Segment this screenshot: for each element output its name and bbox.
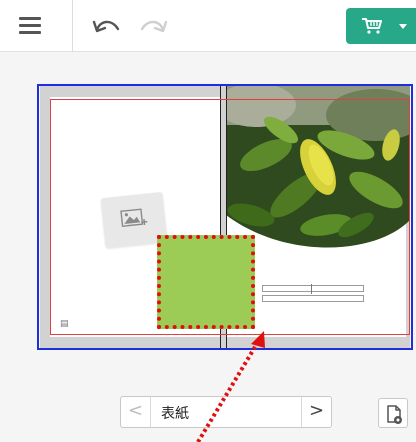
redo-icon[interactable] xyxy=(136,12,170,40)
page-settings-icon xyxy=(387,405,402,424)
current-page-label: 表紙 xyxy=(161,406,189,422)
page-settings-button[interactable] xyxy=(378,398,408,428)
selected-green-sticker[interactable] xyxy=(157,235,255,329)
toolbar-divider xyxy=(72,0,73,52)
undo-icon[interactable] xyxy=(90,12,124,40)
cart-button[interactable] xyxy=(346,8,416,44)
page-navigator: < 表紙 > xyxy=(120,396,332,428)
hamburger-menu-icon[interactable] xyxy=(17,14,45,36)
chevron-down-icon xyxy=(399,24,407,29)
page-corner-mark: ▤ xyxy=(60,319,69,329)
previous-page-button[interactable]: < xyxy=(121,397,151,427)
editor-canvas: ▤ xyxy=(0,53,416,442)
top-toolbar xyxy=(0,0,416,52)
cart-icon xyxy=(362,18,382,34)
next-page-button[interactable]: > xyxy=(301,397,331,427)
